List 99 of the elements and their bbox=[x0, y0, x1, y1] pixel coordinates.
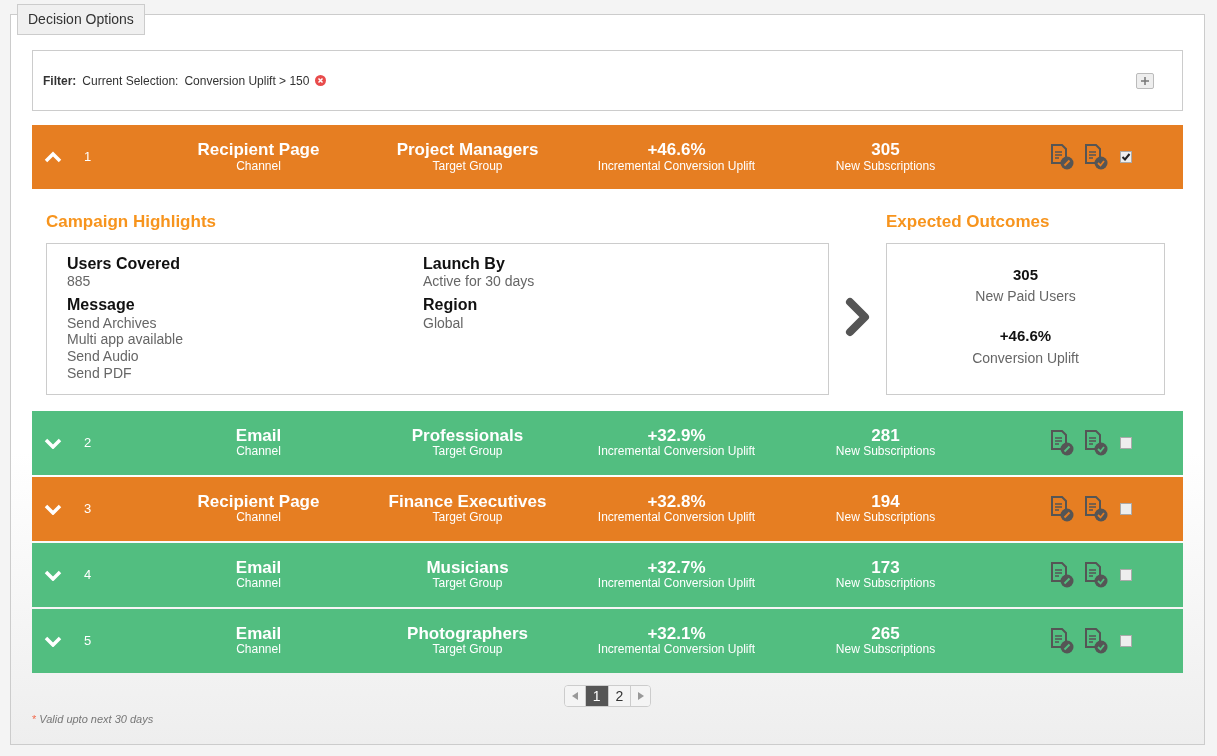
outcome-label: New Paid Users bbox=[974, 287, 1077, 306]
plus-icon bbox=[1141, 76, 1149, 85]
select-checkbox[interactable] bbox=[1120, 634, 1132, 647]
field-value: Send Archives bbox=[67, 314, 158, 332]
field-value: Global bbox=[423, 314, 465, 332]
filter-value: Conversion Uplift > 150 bbox=[184, 72, 310, 90]
target-caption: Target Group bbox=[431, 577, 504, 591]
channel-caption: Channel bbox=[235, 577, 282, 591]
select-checkbox[interactable] bbox=[1120, 436, 1132, 449]
field-value: Multi app available bbox=[67, 331, 184, 349]
uplift-caption: Incremental Conversion Uplift bbox=[596, 643, 757, 657]
page-button[interactable]: 1 bbox=[584, 685, 608, 706]
target-group: Project Managers bbox=[363, 141, 572, 160]
target-caption: Target Group bbox=[431, 643, 504, 657]
select-checkbox[interactable] bbox=[1120, 502, 1132, 515]
document-check-icon[interactable] bbox=[1084, 561, 1108, 588]
target-caption: Target Group bbox=[431, 159, 504, 173]
field-value: Active for 30 days bbox=[423, 272, 536, 290]
target-group: Professionals bbox=[363, 426, 572, 446]
uplift-caption: Incremental Conversion Uplift bbox=[596, 159, 757, 173]
document-check-icon[interactable] bbox=[1084, 429, 1108, 456]
subscriptions-value: 265 bbox=[870, 624, 901, 644]
field-value: 885 bbox=[67, 272, 92, 290]
subscriptions-value: 173 bbox=[870, 558, 901, 578]
option-row[interactable]: 3 Recipient Page Channel Finance Executives Target Group +32.8% Incremental Conversion Uplift 194 New Subscriptions bbox=[32, 476, 1183, 541]
document-edit-icon[interactable] bbox=[1050, 561, 1074, 588]
option-number: 1 bbox=[83, 148, 93, 167]
channel-name: Email bbox=[234, 426, 283, 446]
chevron-down-icon[interactable] bbox=[44, 502, 62, 515]
field-value: Send PDF bbox=[67, 365, 133, 382]
channel-caption: Channel bbox=[235, 643, 282, 657]
option-number: 5 bbox=[83, 631, 93, 650]
channel-caption: Channel bbox=[235, 445, 282, 459]
subscriptions-caption: New Subscriptions bbox=[834, 511, 937, 525]
filter-prefix: Current Selection: bbox=[82, 72, 179, 90]
chevron-right-icon bbox=[844, 296, 871, 337]
document-edit-icon[interactable] bbox=[1050, 627, 1074, 654]
option-number: 3 bbox=[83, 499, 93, 518]
channel-name: Email bbox=[234, 624, 283, 644]
uplift-value: +46.6% bbox=[646, 141, 707, 160]
uplift-caption: Incremental Conversion Uplift bbox=[596, 577, 757, 591]
target-caption: Target Group bbox=[431, 445, 504, 459]
section-heading: Campaign Highlights bbox=[46, 211, 217, 233]
subscriptions-caption: New Subscriptions bbox=[834, 445, 937, 459]
channel-caption: Channel bbox=[235, 511, 282, 525]
required-mark: * bbox=[32, 712, 37, 725]
select-checkbox[interactable] bbox=[1120, 568, 1132, 581]
document-edit-icon[interactable] bbox=[1050, 429, 1074, 456]
uplift-caption: Incremental Conversion Uplift bbox=[596, 445, 757, 459]
target-group: Finance Executives bbox=[363, 492, 572, 512]
channel-name: Recipient Page bbox=[196, 141, 321, 160]
add-filter-button[interactable] bbox=[1136, 72, 1154, 89]
outcome-value: 305 bbox=[1012, 264, 1039, 285]
uplift-value: +32.8% bbox=[646, 492, 707, 512]
chevron-up-icon[interactable] bbox=[44, 151, 62, 163]
document-check-icon[interactable] bbox=[1084, 144, 1108, 170]
target-group: Photographers bbox=[363, 624, 572, 644]
field-label: Message bbox=[67, 295, 136, 315]
document-edit-icon[interactable] bbox=[1050, 495, 1074, 522]
section-heading: Expected Outcomes bbox=[886, 211, 1051, 233]
select-checkbox[interactable] bbox=[1120, 151, 1132, 163]
chevron-down-icon[interactable] bbox=[44, 568, 62, 581]
uplift-value: +32.9% bbox=[646, 426, 707, 446]
document-check-icon[interactable] bbox=[1084, 627, 1108, 654]
document-edit-icon[interactable] bbox=[1050, 144, 1074, 170]
outcome-label: Conversion Uplift bbox=[971, 348, 1080, 368]
channel-name: Email bbox=[234, 558, 283, 578]
channel-caption: Channel bbox=[235, 159, 282, 173]
document-check-icon[interactable] bbox=[1084, 495, 1108, 522]
option-number: 2 bbox=[83, 433, 93, 452]
outcome-value: +46.6% bbox=[998, 326, 1053, 346]
subscriptions-caption: New Subscriptions bbox=[834, 643, 937, 657]
option-row[interactable]: 2 Email Channel Professionals Target Group +32.9% Incremental Conversion Uplift 281 New Subscriptions bbox=[32, 410, 1183, 475]
subscriptions-value: 194 bbox=[870, 492, 901, 512]
option-row[interactable]: 5 Email Channel Photographers Target Group +32.1% Incremental Conversion Uplift 265 New Subscriptions bbox=[32, 608, 1183, 673]
chevron-down-icon[interactable] bbox=[44, 436, 62, 449]
field-label: Launch By bbox=[423, 253, 506, 273]
channel-name: Recipient Page bbox=[196, 492, 321, 512]
chevron-down-icon[interactable] bbox=[44, 634, 62, 647]
uplift-value: +32.1% bbox=[646, 624, 707, 644]
uplift-caption: Incremental Conversion Uplift bbox=[596, 511, 757, 525]
field-label: Users Covered bbox=[67, 253, 181, 273]
next-page-icon[interactable] bbox=[630, 685, 651, 706]
remove-filter-icon[interactable] bbox=[315, 75, 327, 86]
target-caption: Target Group bbox=[431, 511, 504, 525]
filter-label: Filter: bbox=[43, 72, 77, 90]
field-value: Send Audio bbox=[67, 348, 140, 366]
option-number: 4 bbox=[83, 565, 93, 584]
subscriptions-value: 305 bbox=[870, 141, 901, 160]
uplift-value: +32.7% bbox=[646, 558, 707, 578]
field-label: Region bbox=[423, 295, 479, 315]
panel-title: Decision Options bbox=[17, 4, 145, 35]
option-row[interactable]: 1 Recipient Page Channel Project Managers Target Group +46.6% Incremental Conversion Uplift 305 New Subscriptions bbox=[32, 125, 1183, 189]
subscriptions-caption: New Subscriptions bbox=[834, 577, 937, 591]
subscriptions-value: 281 bbox=[870, 426, 901, 446]
target-group: Musicians bbox=[363, 558, 572, 578]
option-row[interactable]: 4 Email Channel Musicians Target Group +32.7% Incremental Conversion Uplift 173 New Subscriptions bbox=[32, 542, 1183, 607]
subscriptions-caption: New Subscriptions bbox=[834, 159, 937, 173]
footnote-text: Valid upto next 30 days bbox=[39, 712, 154, 725]
